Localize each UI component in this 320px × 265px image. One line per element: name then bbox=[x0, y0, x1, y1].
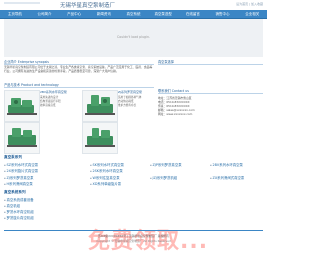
catalog-link[interactable]: 罗茨水环真空机组 bbox=[4, 209, 34, 214]
catalog-link[interactable]: 2BV系列水环真空泵 bbox=[210, 162, 243, 167]
catalog-link[interactable]: ZJP系列罗茨真空泵 bbox=[150, 162, 182, 167]
product-image-1[interactable] bbox=[4, 90, 40, 122]
nav-item-news[interactable]: 新闻资讯 bbox=[89, 10, 119, 18]
flash-banner: Couldn't load plugin. bbox=[4, 19, 263, 57]
product-name-2[interactable]: ZJ系列罗茨真空泵 bbox=[118, 90, 142, 94]
pump-icon bbox=[7, 98, 37, 115]
catalog-link[interactable]: JZJ系列罗茨机组 bbox=[150, 175, 178, 180]
product-image-2[interactable] bbox=[82, 90, 118, 122]
main-nav: 主页导航 公司简介 产品中心 新闻资讯 真空系统 真空泵选型 在线留言 销售中心… bbox=[0, 10, 267, 19]
products-title: 产品与技术 Product and technology bbox=[4, 83, 59, 87]
product-1-line-3: 效率高噪音低 bbox=[40, 104, 56, 107]
catalog-link[interactable]: H系列滑阀真空泵 bbox=[4, 181, 33, 186]
intro-title: 企业简介 Enterprise synopsis bbox=[4, 60, 49, 64]
nav-item-message[interactable]: 在线留言 bbox=[178, 10, 208, 18]
intro-text: 无锡华星真空泵制造有限公司位于太湖之滨，专业生产各类真空泵、真空系统设备，产品广… bbox=[4, 65, 153, 73]
nav-item-about[interactable]: 公司简介 bbox=[30, 10, 60, 18]
category-heading-1: 真空泵系列 bbox=[4, 155, 22, 159]
catalog-link[interactable]: 真空系统成套设备 bbox=[4, 197, 34, 202]
plugin-message: Couldn't load plugin. bbox=[117, 35, 150, 39]
header-bar: 无锡华星真空泵制造厂 设为首页 | 加入收藏 bbox=[0, 0, 267, 10]
footer-copyright: Copyright © 无锡华星真空泵制造厂 All Rights Reserv… bbox=[96, 239, 171, 243]
catalog-link[interactable]: 真空机组 bbox=[4, 203, 21, 208]
category-heading-3: 真空系统系列 bbox=[4, 190, 26, 194]
catalog-link[interactable]: XD系列单级旋片泵 bbox=[90, 181, 122, 186]
nav-item-products[interactable]: 产品中心 bbox=[59, 10, 89, 18]
catalog-link[interactable]: SZ系列水环式真空泵 bbox=[4, 162, 39, 167]
contact-title: 联系我们 Contact us bbox=[158, 89, 189, 93]
catalog-link[interactable]: SK系列水环式真空泵 bbox=[90, 162, 125, 167]
catalog-link[interactable]: 2X系列旋片式真空泵 bbox=[4, 168, 39, 173]
catalog-link[interactable]: ZX系列滑阀式真空泵 bbox=[210, 175, 245, 180]
product-image-3[interactable] bbox=[4, 122, 40, 154]
catalog-link[interactable]: W系列往复真空泵 bbox=[90, 175, 120, 180]
logo[interactable] bbox=[4, 2, 40, 4]
catalog-link[interactable]: 罗茨旋片真空机组 bbox=[4, 215, 34, 220]
footer-divider bbox=[4, 230, 263, 231]
pump-icon bbox=[85, 95, 115, 115]
contact-website[interactable]: 网址：www.xxxxxxx.com bbox=[158, 112, 192, 116]
nav-item-home[interactable]: 主页导航 bbox=[0, 10, 30, 18]
product-name-1[interactable]: 2BV系列水环真空泵 bbox=[40, 90, 67, 94]
nav-item-systems[interactable]: 真空系统 bbox=[119, 10, 149, 18]
nav-item-selection[interactable]: 真空泵选型 bbox=[148, 10, 178, 18]
nav-item-sales[interactable]: 销售中心 bbox=[208, 10, 238, 18]
catalog-link[interactable]: 2SK系列水环真空泵 bbox=[90, 168, 123, 173]
catalog-link[interactable]: ZJ系列罗茨真空泵 bbox=[4, 175, 34, 180]
product-image-4[interactable] bbox=[82, 122, 118, 154]
pump-icon bbox=[85, 128, 115, 147]
selection-title: 真空泵选择 bbox=[158, 60, 174, 64]
footer-icp: 苏ICP备XXXXXXXX号 | 无锡华星真空泵制造厂 版权所有 bbox=[98, 234, 169, 238]
nav-item-company[interactable]: 企业相关 bbox=[237, 10, 267, 18]
top-links[interactable]: 设为首页 | 加入收藏 bbox=[236, 2, 263, 6]
pump-icon bbox=[7, 128, 37, 147]
site-title: 无锡华星真空泵制造厂 bbox=[60, 3, 116, 9]
product-2-line-3: 维护方便寿命长 bbox=[118, 104, 137, 107]
